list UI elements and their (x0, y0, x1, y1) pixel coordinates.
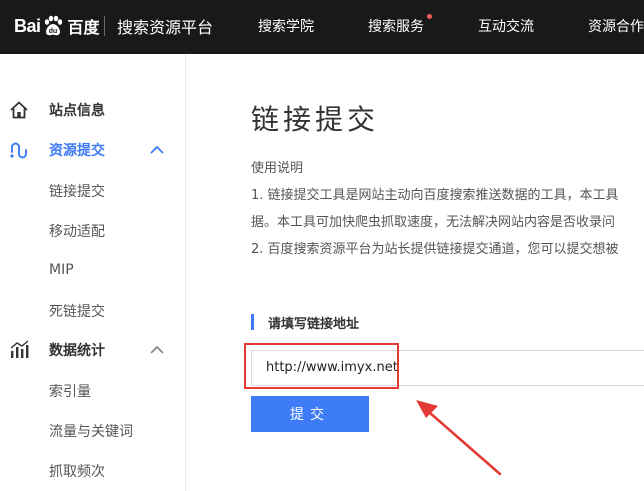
nav-item-search-academy[interactable]: 搜索学院 (258, 16, 314, 36)
link-icon (10, 142, 27, 159)
annotation-highlight-box (244, 343, 399, 389)
sidebar-item-resource-submit[interactable]: 资源提交 (0, 131, 186, 169)
sidebar-subitem-dead-link[interactable]: 死链提交 (49, 301, 105, 321)
page-title: 链接提交 (251, 103, 380, 136)
sidebar-item-label: 资源提交 (49, 143, 105, 159)
chevron-up-icon[interactable] (148, 344, 166, 356)
logo-divider (104, 16, 105, 36)
sidebar-subitem-crawl-frequency[interactable]: 抓取频次 (49, 461, 105, 481)
section-accent-bar (251, 314, 254, 330)
platform-name[interactable]: 搜索资源平台 (117, 14, 213, 38)
logo-text-baidu-cn: 百度 (67, 18, 100, 37)
baidu-paw-icon: du (44, 15, 62, 36)
usage-instructions-title: 使用说明 (251, 161, 304, 176)
sidebar-subitem-index-volume[interactable]: 索引量 (49, 381, 91, 401)
sidebar-item-data-stats[interactable]: 数据统计 (0, 331, 186, 369)
usage-desc-line: 据。本工具可加快爬虫抓取速度，无法解决网站内容是否收录问 (251, 215, 616, 230)
svg-text:du: du (48, 28, 57, 35)
logo-text-bai: Bai (14, 15, 41, 36)
usage-desc-line: 2. 百度搜索资源平台为站长提供链接提交通道，您可以提交想被 (251, 242, 619, 257)
nav-item-resource-cooperation[interactable]: 资源合作 (588, 16, 644, 36)
submit-button[interactable]: 提交 (251, 396, 369, 432)
baidu-logo[interactable]: Bai du 百度 (14, 13, 100, 39)
sidebar-item-label: 站点信息 (49, 103, 105, 119)
sidebar-subitem-link-submit[interactable]: 链接提交 (49, 181, 105, 201)
chevron-up-icon[interactable] (148, 144, 166, 156)
sidebar-subitem-mip[interactable]: MIP (49, 262, 74, 278)
nav-item-search-service[interactable]: 搜索服务 (368, 16, 424, 36)
sidebar-subitem-traffic-keywords[interactable]: 流量与关键词 (49, 421, 133, 441)
top-navbar: Bai du 百度 搜索资源平台 搜索学院 搜索服务 互动交流 资源合作 (0, 0, 644, 54)
sidebar-item-label: 数据统计 (49, 343, 105, 359)
sidebar-subitem-mobile-adapt[interactable]: 移动适配 (49, 221, 105, 241)
home-icon (10, 101, 28, 119)
nav-item-interaction[interactable]: 互动交流 (478, 16, 534, 36)
bar-chart-icon (10, 340, 29, 358)
usage-desc-line: 1. 链接提交工具是网站主动向百度搜索推送数据的工具，本工具 (251, 188, 619, 203)
notification-dot (427, 14, 432, 19)
section-title-url: 请填写链接地址 (268, 317, 360, 332)
sidebar-item-site-info[interactable]: 站点信息 (0, 91, 186, 129)
annotation-arrow (416, 400, 502, 476)
